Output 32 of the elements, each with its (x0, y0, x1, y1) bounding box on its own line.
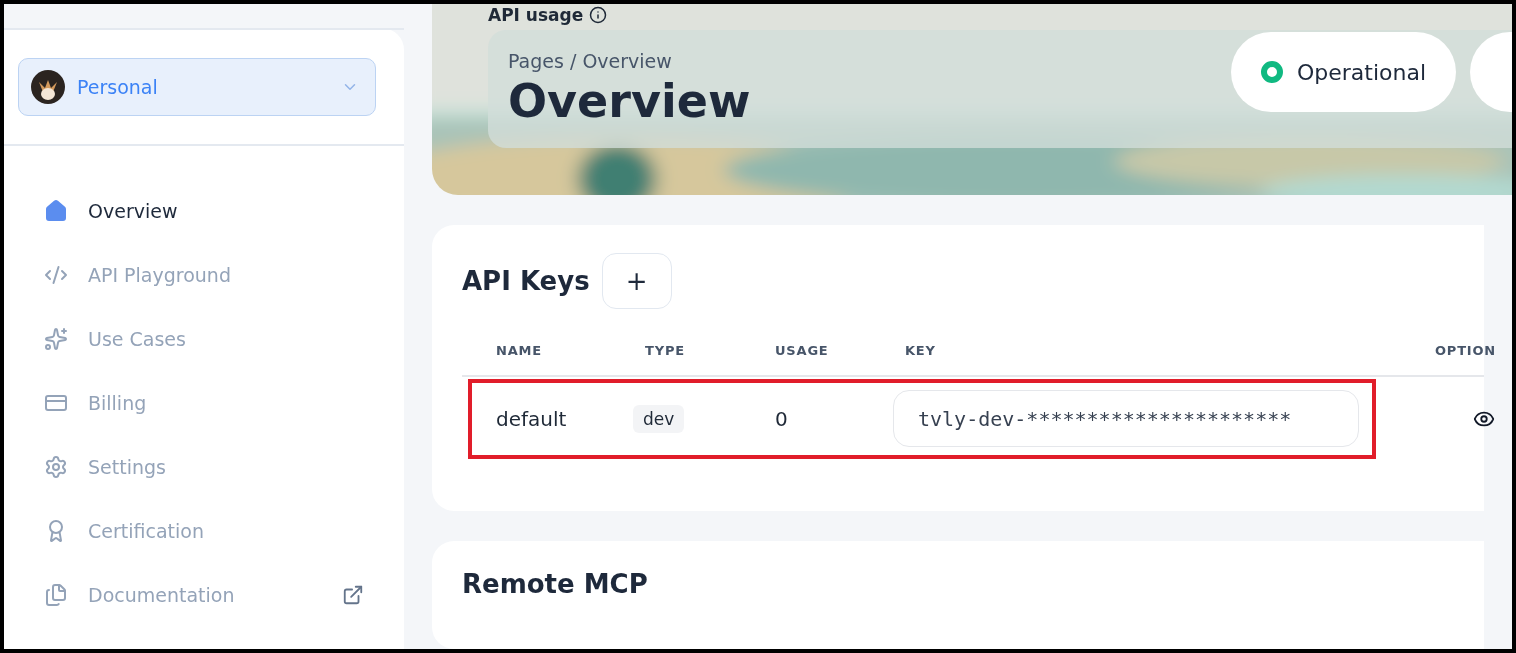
documents-icon (44, 583, 68, 607)
page-title: Overview (508, 74, 752, 128)
sidebar-item[interactable]: Documentation (44, 574, 364, 616)
column-header: TYPE (645, 343, 686, 359)
column-header: KEY (905, 343, 937, 359)
sidebar-item[interactable]: Use Cases (44, 318, 364, 360)
home-icon (44, 199, 68, 223)
column-header: OPTION (1435, 343, 1497, 359)
sparkles-icon (44, 327, 68, 351)
section-title: API usage (488, 4, 1512, 26)
table-cell-text: default (496, 406, 568, 431)
sidebar-item[interactable]: Overview (44, 190, 364, 232)
sidebar-item[interactable]: Certification (44, 510, 364, 552)
account-dropdown[interactable]: Personal (18, 58, 376, 116)
avatar-icon (31, 70, 65, 104)
status-label: Operational (1296, 59, 1426, 85)
breadcrumb: Pages / Overview (508, 50, 673, 72)
sidebar-item[interactable]: Billing (44, 382, 364, 424)
sidebar-item[interactable]: Settings (44, 446, 364, 488)
key-field[interactable]: tvly-dev-********************** (893, 390, 1359, 448)
card-title: Remote MCP (462, 568, 649, 599)
add-key-button[interactable]: + (601, 252, 672, 309)
info-icon (589, 6, 608, 24)
column-header: USAGE (775, 343, 830, 359)
settings-icon (44, 455, 68, 479)
type-tag: dev (633, 404, 685, 433)
column-header: NAME (496, 343, 543, 359)
code-icon (44, 263, 68, 287)
card-title: API Keys (462, 265, 590, 296)
external-link-icon[interactable] (342, 584, 364, 606)
table-cell-text: 0 (775, 406, 789, 431)
sidebar-item[interactable]: API Playground (44, 254, 364, 296)
